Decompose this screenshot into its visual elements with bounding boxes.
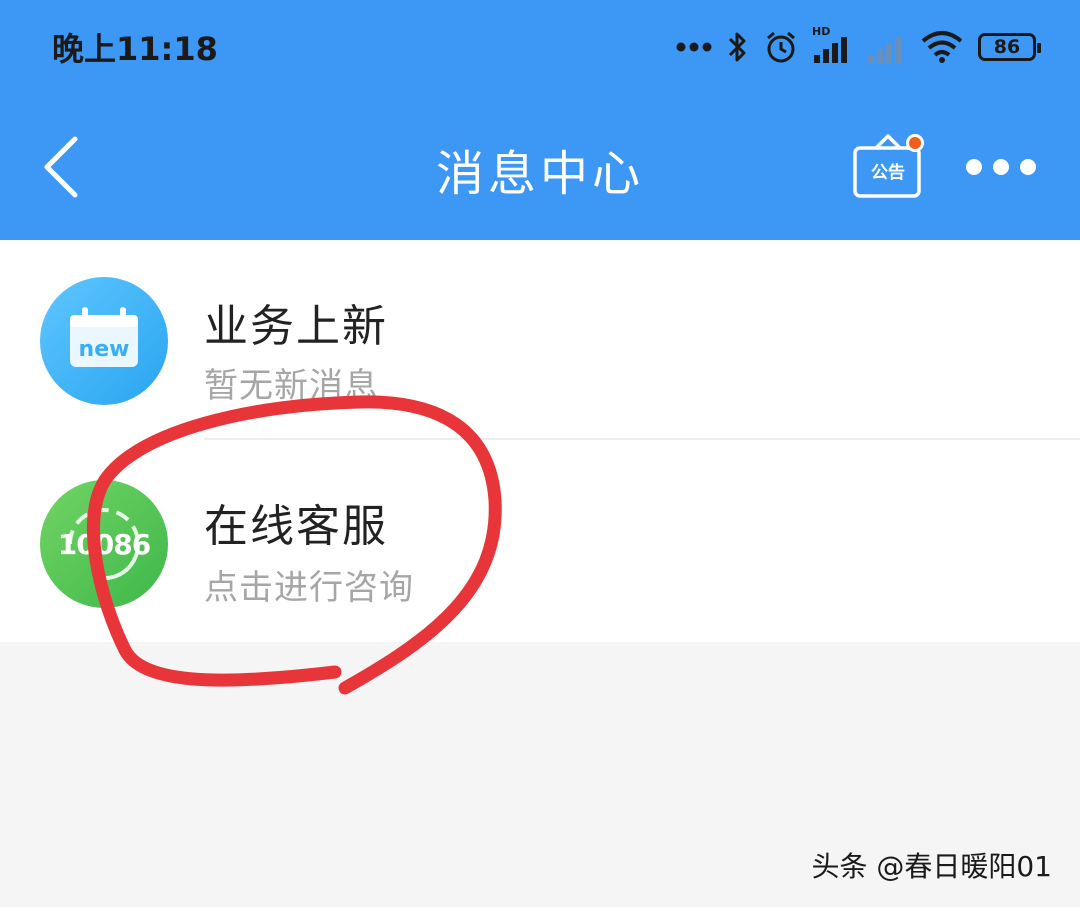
signal-weak-icon (868, 37, 901, 63)
customer-service-icon: 10086 (40, 480, 168, 608)
status-time: 晚上11:18 (52, 30, 218, 68)
more-button[interactable] (966, 152, 1036, 182)
battery-icon: 86 (978, 33, 1041, 61)
battery-level: 86 (993, 36, 1021, 58)
signal-hd-icon: HD (812, 25, 852, 65)
bluetooth-icon (728, 32, 746, 62)
nav-bar: 消息中心 公告 (0, 92, 1080, 240)
wifi-icon (921, 31, 963, 63)
notice-button[interactable]: 公告 (852, 130, 924, 202)
watermark: 头条 @春日暖阳01 (811, 850, 1052, 883)
item-subtitle: 点击进行咨询 (204, 568, 414, 608)
notice-badge-dot (906, 134, 924, 152)
calendar-new-icon: new (40, 277, 168, 405)
list-item-business-new[interactable]: new 业务上新 暂无新消息 (0, 240, 1080, 440)
avatar-cs-label: 10086 (57, 527, 151, 561)
item-subtitle: 暂无新消息 (204, 366, 379, 406)
alarm-icon (767, 31, 795, 63)
list-item-online-service[interactable]: 10086 在线客服 点击进行咨询 (0, 440, 1080, 640)
status-bar: 晚上11:18 HD 86 (0, 0, 1080, 92)
item-title: 在线客服 (204, 501, 388, 552)
message-list: new 业务上新 暂无新消息 10086 在线客服 点击进行咨询 (0, 240, 1080, 642)
notice-label: 公告 (871, 163, 905, 183)
avatar-new-label: new (78, 337, 130, 362)
more-dot-icon (993, 159, 1009, 175)
status-icons: HD 86 (676, 24, 1041, 70)
more-dot-icon (1020, 159, 1036, 175)
more-notifications-icon (676, 42, 712, 52)
item-title: 业务上新 (204, 301, 388, 352)
more-dot-icon (966, 159, 982, 175)
